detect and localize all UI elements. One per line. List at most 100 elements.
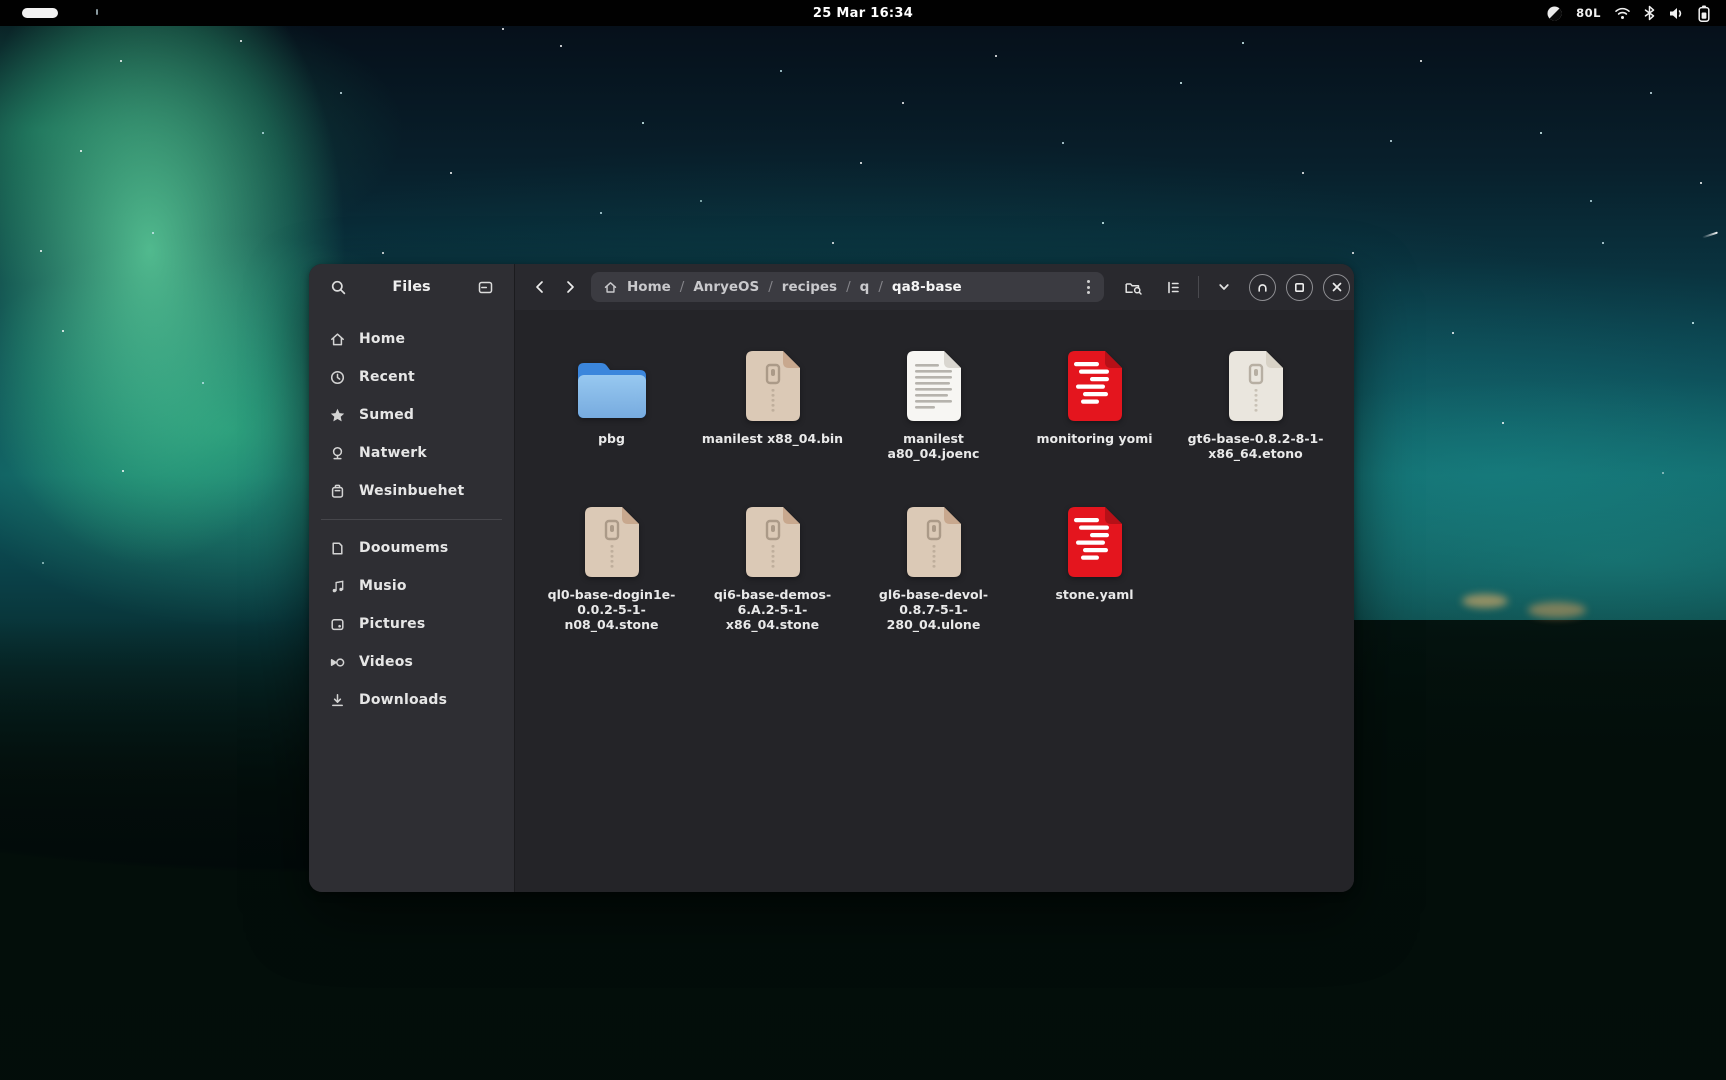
- breadcrumb-current[interactable]: qa8-base: [892, 279, 962, 295]
- sidebar-item-label: Videos: [359, 654, 413, 670]
- file-item[interactable]: manilest a80_04.joenc: [853, 340, 1014, 496]
- maximize-icon: [1294, 282, 1305, 293]
- desktop: 25 Mar 16:34 80L: [0, 0, 1726, 1080]
- search-folder-button[interactable]: [1118, 272, 1148, 302]
- archive-icon: [742, 340, 804, 424]
- sidebar-item-label: Wesinbuehet: [359, 483, 464, 499]
- archive-icon: [581, 496, 643, 580]
- shore-light: [1462, 594, 1508, 608]
- back-button[interactable]: [525, 270, 555, 304]
- file-name: stone.yaml: [1055, 587, 1133, 602]
- archive-icon: [1225, 340, 1287, 424]
- list-view-button[interactable]: [1158, 272, 1188, 302]
- breadcrumb-separator: /: [878, 279, 883, 295]
- sidebar-item-label: Dooumems: [359, 540, 448, 556]
- file-name: gl6-base-devol-0.8.7-5-1-280_04.ulone: [861, 587, 1007, 632]
- forward-button[interactable]: [555, 270, 585, 304]
- breadcrumb-anryeos[interactable]: AnryeOS: [693, 279, 759, 295]
- archive-icon: [742, 496, 804, 580]
- sidebar-item-label: Downloads: [359, 692, 447, 708]
- shore-light: [1528, 602, 1586, 618]
- wastebasket-icon: [329, 483, 346, 500]
- folder-icon: [572, 340, 652, 424]
- toolbar-actions: [1118, 272, 1350, 302]
- minimize-icon: [1256, 281, 1269, 294]
- sidebar-item-label: Pictures: [359, 616, 425, 632]
- file-name: qi6-base-demos-6.A.2-5-1-x86_04.stone: [700, 587, 846, 632]
- content-pane: Home / AnryeOS / recipes / q / qa8-base: [515, 264, 1354, 892]
- text-file-icon: [903, 340, 965, 424]
- sidebar-divider: [321, 519, 502, 520]
- sidebar-toggle-icon: [477, 279, 494, 296]
- sidebar-item-network[interactable]: Natwerk: [317, 434, 506, 472]
- sidebar-item-recent[interactable]: Recent: [317, 358, 506, 396]
- file-name: manilest a80_04.joenc: [861, 431, 1007, 461]
- breadcrumb[interactable]: Home / AnryeOS / recipes / q / qa8-base: [591, 272, 1104, 302]
- file-item[interactable]: stone.yaml: [1014, 496, 1175, 652]
- app-title: Files: [353, 279, 470, 295]
- list-view-icon: [1165, 279, 1182, 296]
- sidebar-item-label: Recent: [359, 369, 415, 385]
- videos-icon: [329, 654, 346, 671]
- file-item[interactable]: manilest x88_04.bin: [692, 340, 853, 496]
- status-area[interactable]: 80L: [1546, 0, 1710, 26]
- shooting-star: [1702, 232, 1718, 239]
- volume-icon: [1668, 6, 1685, 21]
- chevron-down-icon: [1217, 280, 1231, 294]
- archive-icon: [903, 496, 965, 580]
- recent-clock-icon: [329, 369, 346, 386]
- sidebar-list: Home Recent Sumed: [309, 310, 514, 719]
- sidebar-item-videos[interactable]: Videos: [317, 643, 506, 681]
- toolbar: Home / AnryeOS / recipes / q / qa8-base: [515, 264, 1354, 310]
- files-window: Files Home Rece: [309, 264, 1354, 892]
- sidebar-item-label: Home: [359, 331, 405, 347]
- maximize-button[interactable]: [1286, 274, 1313, 301]
- file-item[interactable]: gl6-base-devol-0.8.7-5-1-280_04.ulone: [853, 496, 1014, 652]
- top-bar: 25 Mar 16:34 80L: [0, 0, 1726, 26]
- file-item[interactable]: gt6-base-0.8.2-8-1-x86_64.etono: [1175, 340, 1336, 496]
- search-button[interactable]: [323, 272, 353, 302]
- more-options-button[interactable]: [1083, 276, 1094, 298]
- yaml-file-icon: [1064, 340, 1126, 424]
- forward-icon: [562, 279, 578, 295]
- sidebar-item-wastebasket[interactable]: Wesinbuehet: [317, 472, 506, 510]
- star-icon: [329, 407, 346, 424]
- view-options-button[interactable]: [1209, 272, 1239, 302]
- downloads-icon: [329, 692, 346, 709]
- breadcrumb-home[interactable]: Home: [627, 279, 671, 295]
- sidebar-item-label: Sumed: [359, 407, 414, 423]
- sidebar-item-pictures[interactable]: Pictures: [317, 605, 506, 643]
- breadcrumb-separator: /: [680, 279, 685, 295]
- breadcrumb-separator: /: [768, 279, 773, 295]
- file-item[interactable]: pbg: [531, 340, 692, 496]
- file-item[interactable]: ql0-base-dogin1e-0.0.2-5-1-n08_04.stone: [531, 496, 692, 652]
- sidebar: Files Home Rece: [309, 264, 515, 892]
- wifi-icon: [1614, 6, 1631, 21]
- file-name: pbg: [598, 431, 625, 446]
- file-item[interactable]: qi6-base-demos-6.A.2-5-1-x86_04.stone: [692, 496, 853, 652]
- clock[interactable]: 25 Mar 16:34: [0, 0, 1726, 26]
- sidebar-header: Files: [309, 264, 514, 310]
- file-item[interactable]: monitoring yomi: [1014, 340, 1175, 496]
- home-icon: [329, 331, 346, 348]
- music-icon: [329, 578, 346, 595]
- sidebar-item-documents[interactable]: Dooumems: [317, 529, 506, 567]
- sidebar-item-label: Natwerk: [359, 445, 427, 461]
- sidebar-item-home[interactable]: Home: [317, 320, 506, 358]
- breadcrumb-q[interactable]: q: [860, 279, 870, 295]
- yaml-file-icon: [1064, 496, 1126, 580]
- sidebar-toggle-button[interactable]: [470, 272, 500, 302]
- files-grid: pbg manilest x88_04.bin manilest a80_04.…: [515, 310, 1354, 892]
- back-icon: [532, 279, 548, 295]
- documents-icon: [329, 540, 346, 557]
- sidebar-item-music[interactable]: Musio: [317, 567, 506, 605]
- minimize-button[interactable]: [1249, 274, 1276, 301]
- file-name: ql0-base-dogin1e-0.0.2-5-1-n08_04.stone: [539, 587, 685, 632]
- search-folder-icon: [1124, 279, 1143, 296]
- close-button[interactable]: [1323, 274, 1350, 301]
- darkmode-icon: [1546, 5, 1563, 22]
- sidebar-item-starred[interactable]: Sumed: [317, 396, 506, 434]
- breadcrumb-recipes[interactable]: recipes: [782, 279, 837, 295]
- battery-percent: 80L: [1576, 6, 1601, 20]
- sidebar-item-downloads[interactable]: Downloads: [317, 681, 506, 719]
